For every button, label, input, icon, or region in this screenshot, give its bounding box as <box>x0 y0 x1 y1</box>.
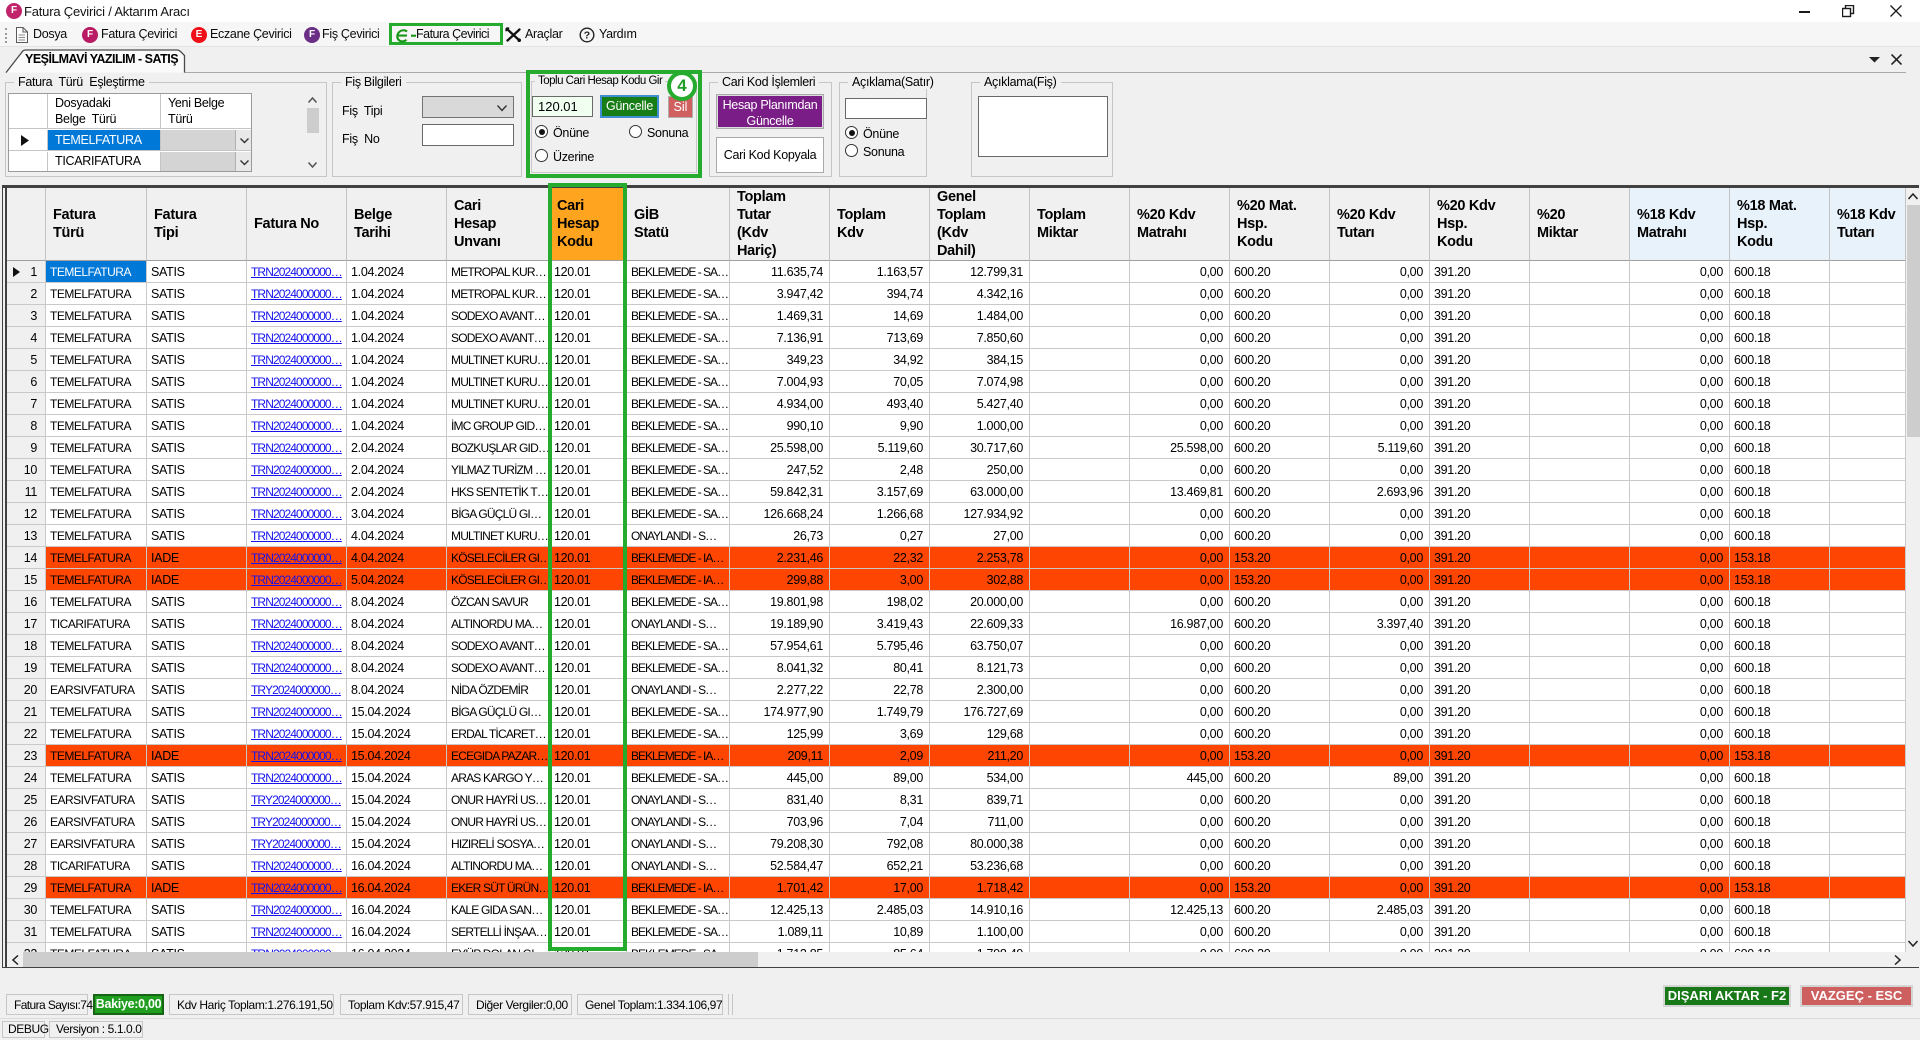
svg-text:?: ? <box>584 30 590 42</box>
